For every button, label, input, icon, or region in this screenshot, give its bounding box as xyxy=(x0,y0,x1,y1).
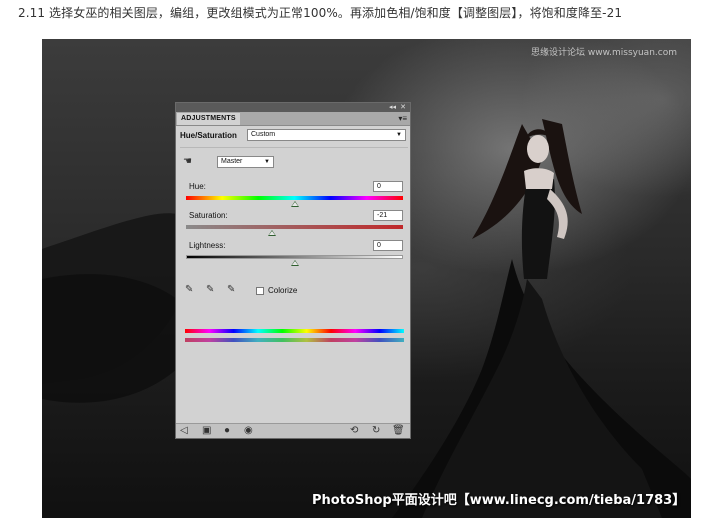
lightness-field[interactable]: 0 xyxy=(373,240,403,251)
return-to-list-icon[interactable]: ◁ xyxy=(180,425,188,437)
footer-credit: PhotoShop平面设计吧【www.linecg.com/tieba/1783… xyxy=(312,493,686,508)
view-previous-icon[interactable]: ⟲ xyxy=(350,425,358,437)
saturation-field[interactable]: -21 xyxy=(373,210,403,221)
collapse-panel-icon[interactable]: ◂◂ xyxy=(389,103,396,112)
panel-title-bar[interactable]: ◂◂ ✕ xyxy=(176,103,410,112)
preset-select[interactable]: Custom ▼ xyxy=(247,129,406,141)
hue-slider-thumb[interactable] xyxy=(290,201,299,207)
eyedropper-icon[interactable]: ✎ xyxy=(185,285,193,295)
panel-menu-icon[interactable]: ▾≡ xyxy=(398,113,407,124)
lightness-label: Lightness: xyxy=(189,241,226,250)
divider xyxy=(180,147,408,148)
eyedropper-minus-icon[interactable]: ✎ xyxy=(227,285,235,295)
colorize-label: Colorize xyxy=(268,286,298,295)
clip-to-layer-icon[interactable]: ● xyxy=(224,425,230,437)
input-color-ramp xyxy=(185,329,404,333)
tab-adjustments[interactable]: ADJUSTMENTS xyxy=(177,113,240,125)
preset-value: Custom xyxy=(251,131,276,138)
expanded-view-icon[interactable]: ▣ xyxy=(202,425,211,437)
targeted-adjustment-hand-icon[interactable]: ☚ xyxy=(183,157,192,167)
output-color-ramp xyxy=(185,338,404,342)
colorize-checkbox[interactable] xyxy=(256,287,264,295)
reset-icon[interactable]: ↻ xyxy=(372,425,380,437)
chevron-down-icon: ▼ xyxy=(396,132,402,138)
hue-label: Hue: xyxy=(189,182,206,191)
caption-text: 2.11 选择女巫的相关图层，编组，更改组模式为正常100%。再添加色相/饱和度… xyxy=(18,6,623,20)
site-watermark: 思缘设计论坛 www.missyuan.com xyxy=(531,48,677,58)
hue-slider-track[interactable] xyxy=(186,196,403,200)
panel-tab-bar: ADJUSTMENTS ▾≡ xyxy=(176,112,410,126)
panel-title: Hue/Saturation xyxy=(180,131,237,140)
saturation-slider-track[interactable] xyxy=(186,225,403,229)
panel-bottom-toolbar: ◁ ▣ ● ◉ ⟲ ↻ 🗑 xyxy=(176,423,410,438)
adjustments-panel: ◂◂ ✕ ADJUSTMENTS ▾≡ Hue/Saturation Custo… xyxy=(175,102,411,439)
close-panel-icon[interactable]: ✕ xyxy=(400,103,406,112)
chevron-down-icon: ▼ xyxy=(264,159,270,165)
delete-trash-icon[interactable]: 🗑 xyxy=(392,425,405,437)
hue-field[interactable]: 0 xyxy=(373,181,403,192)
visibility-eye-icon[interactable]: ◉ xyxy=(244,425,253,437)
eyedropper-plus-icon[interactable]: ✎ xyxy=(206,285,214,295)
saturation-slider-thumb[interactable] xyxy=(267,230,276,236)
lightness-slider-thumb[interactable] xyxy=(290,260,299,266)
channel-value: Master xyxy=(221,158,243,165)
saturation-label: Saturation: xyxy=(189,211,228,220)
channel-select[interactable]: Master ▼ xyxy=(217,156,274,168)
lightness-slider-track[interactable] xyxy=(186,255,403,259)
